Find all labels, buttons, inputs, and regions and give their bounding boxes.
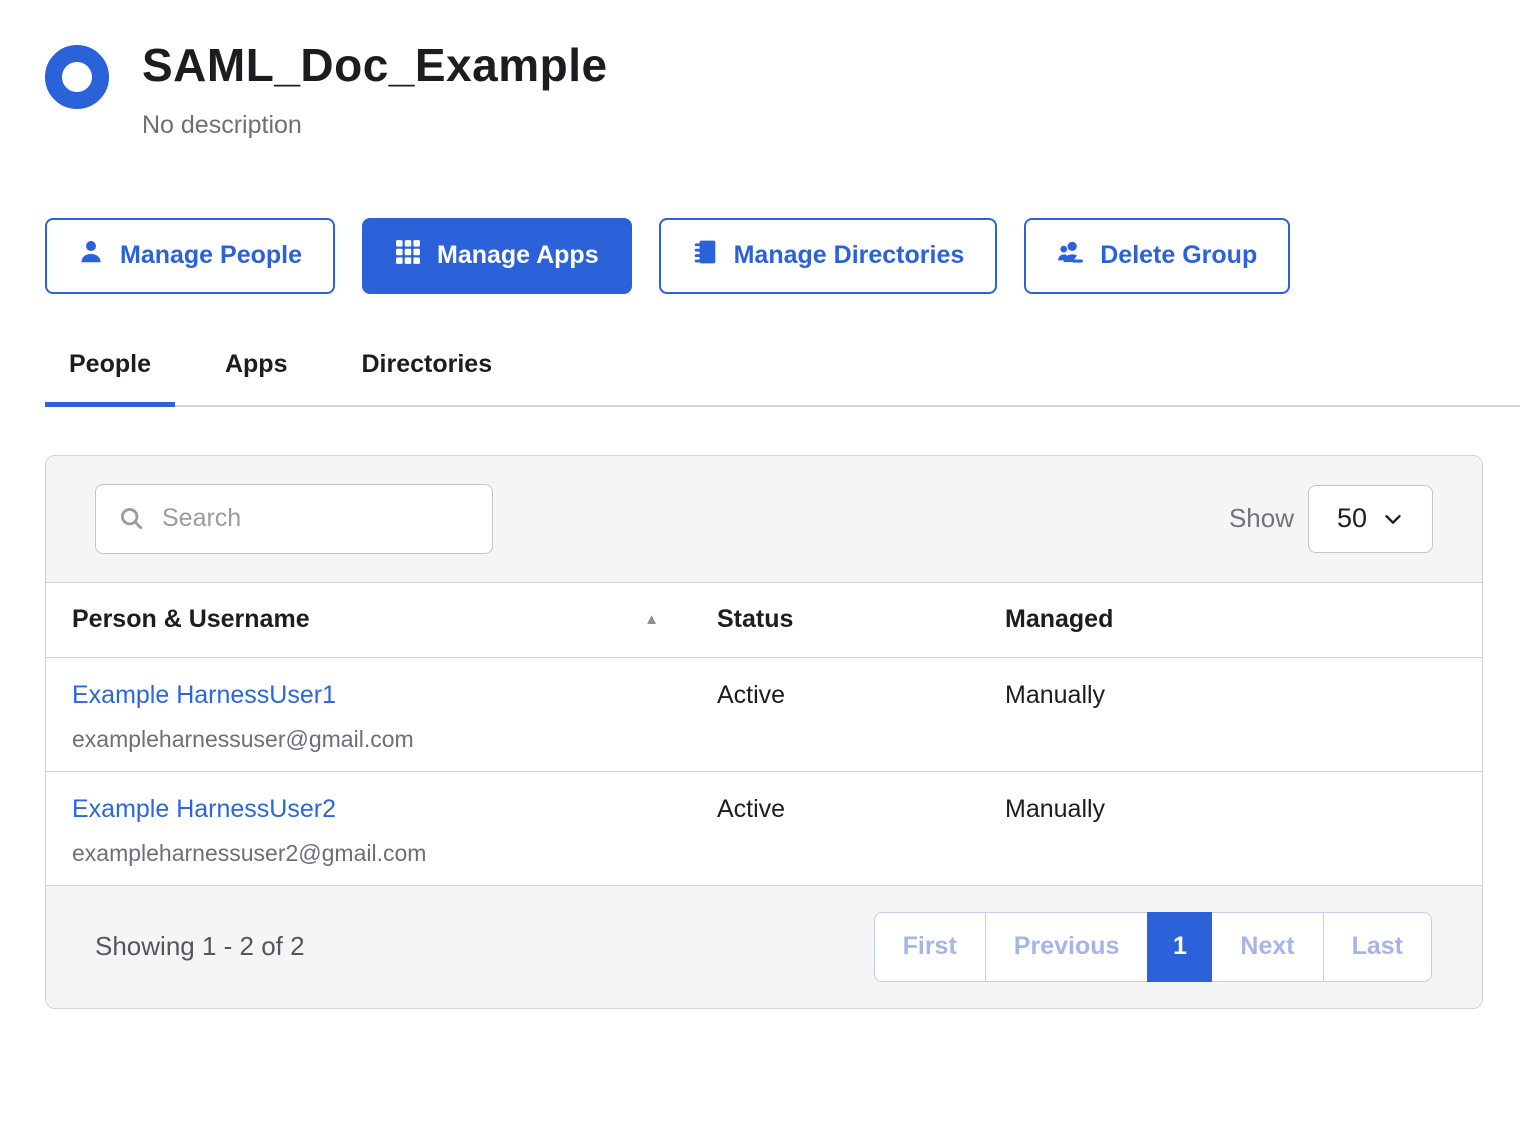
column-header-managed[interactable]: Managed (1005, 605, 1482, 634)
sort-ascending-icon: ▲ (644, 612, 659, 627)
group-description: No description (142, 111, 608, 140)
group-header-text: SAML_Doc_Example No description (142, 40, 608, 140)
remove-person-icon (1057, 239, 1084, 273)
delete-group-button[interactable]: Delete Group (1024, 218, 1290, 294)
person-column-label: Person & Username (72, 605, 310, 634)
show-label: Show (1229, 503, 1294, 534)
pagination-next-button[interactable]: Next (1211, 912, 1323, 982)
column-header-status[interactable]: Status (717, 605, 1005, 634)
tab-apps[interactable]: Apps (201, 350, 312, 405)
person-cell: Example HarnessUser1 exampleharnessuser@… (46, 681, 717, 753)
people-table-panel: Show 50 Person & Username ▲ Status Manag… (45, 455, 1483, 1009)
search-box (95, 484, 493, 554)
page-size-value: 50 (1337, 503, 1367, 534)
status-cell: Active (717, 681, 1005, 710)
group-page: SAML_Doc_Example No description Manage P… (0, 0, 1520, 1009)
delete-group-label: Delete Group (1100, 241, 1257, 270)
person-name-link[interactable]: Example HarnessUser2 (72, 795, 336, 824)
group-header: SAML_Doc_Example No description (45, 40, 1483, 140)
manage-people-label: Manage People (120, 241, 302, 270)
chevron-down-icon (1382, 508, 1404, 530)
managed-cell: Manually (1005, 795, 1482, 824)
action-buttons: Manage People Manage Apps (45, 218, 1483, 294)
table-row: Example HarnessUser1 exampleharnessuser@… (46, 658, 1482, 772)
search-input[interactable] (96, 485, 492, 553)
pagination: First Previous 1 Next Last (874, 912, 1432, 982)
person-email: exampleharnessuser2@gmail.com (72, 840, 717, 867)
search-icon (118, 505, 146, 533)
person-email: exampleharnessuser@gmail.com (72, 726, 717, 753)
tab-people[interactable]: People (45, 350, 175, 405)
person-name-link[interactable]: Example HarnessUser1 (72, 681, 336, 710)
managed-cell: Manually (1005, 681, 1482, 710)
table-toolbar: Show 50 (46, 456, 1482, 583)
pagination-page-1-button[interactable]: 1 (1147, 912, 1212, 982)
manage-apps-label: Manage Apps (437, 241, 599, 270)
pagination-previous-button[interactable]: Previous (985, 912, 1149, 982)
table-row: Example HarnessUser2 exampleharnessuser2… (46, 772, 1482, 886)
tab-bar: People Apps Directories (45, 350, 1520, 407)
directory-notebook-icon (692, 239, 718, 272)
column-header-person[interactable]: Person & Username ▲ (46, 605, 717, 634)
page-size-dropdown[interactable]: 50 (1308, 485, 1433, 553)
apps-grid-icon (395, 239, 421, 272)
results-summary: Showing 1 - 2 of 2 (95, 931, 305, 962)
manage-apps-button[interactable]: Manage Apps (362, 218, 632, 294)
manage-people-button[interactable]: Manage People (45, 218, 335, 294)
person-cell: Example HarnessUser2 exampleharnessuser2… (46, 795, 717, 867)
page-size-control: Show 50 (1229, 485, 1433, 553)
table-footer: Showing 1 - 2 of 2 First Previous 1 Next… (46, 886, 1482, 1008)
pagination-last-button[interactable]: Last (1323, 912, 1432, 982)
tab-directories[interactable]: Directories (337, 350, 516, 405)
group-ring-icon (45, 45, 109, 109)
pagination-first-button[interactable]: First (874, 912, 986, 982)
manage-directories-label: Manage Directories (734, 241, 965, 270)
status-cell: Active (717, 795, 1005, 824)
person-icon (78, 239, 104, 272)
page-title: SAML_Doc_Example (142, 40, 608, 91)
manage-directories-button[interactable]: Manage Directories (659, 218, 998, 294)
table-header-row: Person & Username ▲ Status Managed (46, 583, 1482, 658)
